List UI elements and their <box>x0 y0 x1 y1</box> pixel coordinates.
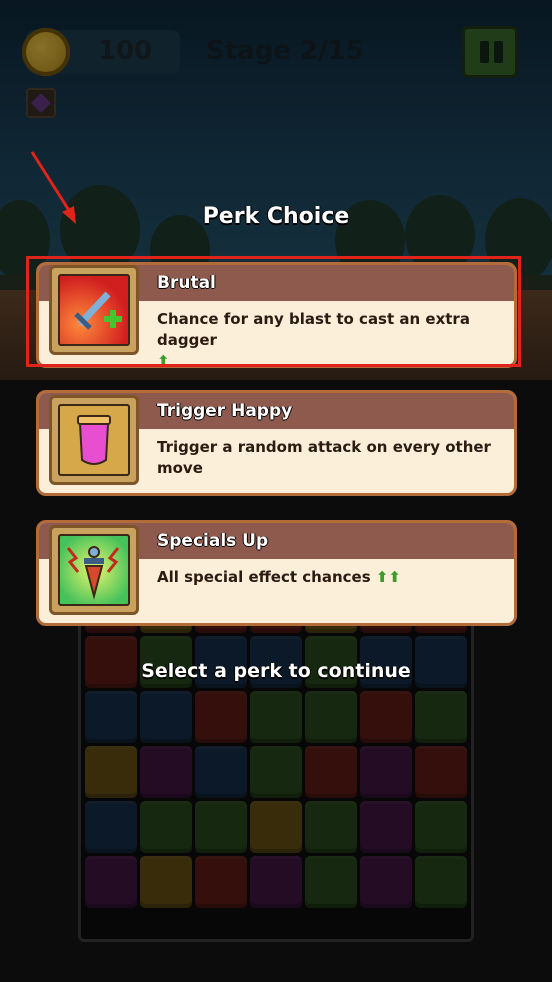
perk-card-trigger-happy[interactable]: Trigger Happy Trigger a random attack on… <box>36 390 517 496</box>
perk-description-text: All special effect chances <box>157 568 371 586</box>
perk-description: Trigger a random attack on every other m… <box>157 437 507 479</box>
potion-icon <box>58 404 130 476</box>
selection-highlight <box>26 256 521 367</box>
perk-card-specials-up[interactable]: Specials Up All special effect chances ⬆… <box>36 520 517 626</box>
double-up-arrow-icon: ⬆⬆ <box>375 568 401 586</box>
perk-name: Specials Up <box>157 531 269 551</box>
select-perk-prompt: Select a perk to continue <box>141 660 411 682</box>
perk-description: All special effect chances ⬆⬆ <box>157 567 507 588</box>
perk-name: Trigger Happy <box>157 401 293 421</box>
perk-icon-frame <box>49 395 139 485</box>
perk-description-text: Trigger a random attack on every other m… <box>157 438 491 477</box>
lightning-dagger-icon <box>58 534 130 606</box>
perk-icon-frame <box>49 525 139 615</box>
perk-choice-title: Perk Choice <box>202 204 350 229</box>
